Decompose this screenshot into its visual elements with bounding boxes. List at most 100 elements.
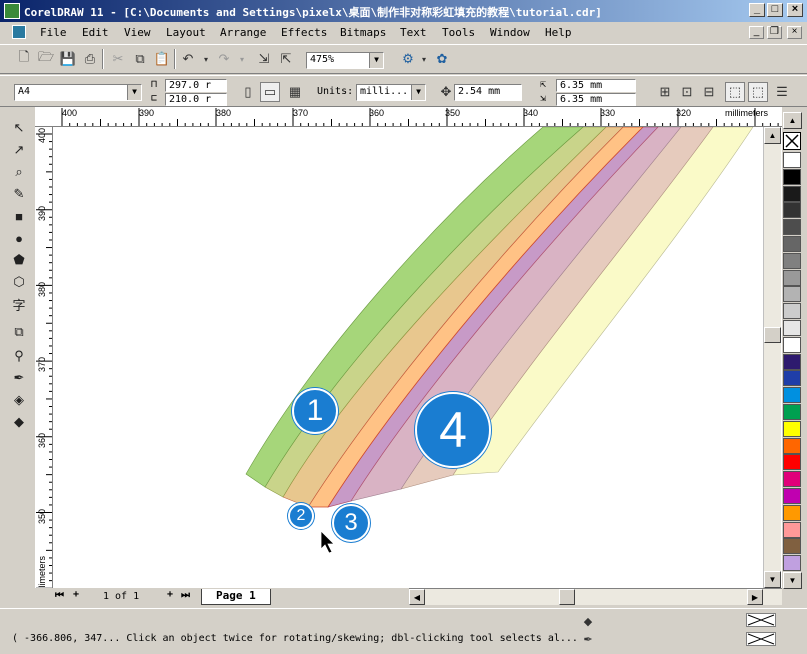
- fill-tool-icon[interactable]: ◈: [8, 389, 30, 411]
- scroll-thumb[interactable]: [764, 327, 781, 343]
- chevron-down-icon[interactable]: ▼: [411, 85, 425, 100]
- palette-down-button[interactable]: ▼: [783, 572, 802, 589]
- scroll-down-button[interactable]: ▼: [764, 571, 781, 588]
- fill-color-indicator[interactable]: [746, 613, 776, 627]
- outline-color-indicator[interactable]: [746, 632, 776, 646]
- palette-swatch[interactable]: [783, 320, 801, 336]
- vertical-scrollbar[interactable]: ▲ ▼: [763, 127, 781, 590]
- menu-edit[interactable]: Edit: [82, 26, 109, 39]
- menu-tools[interactable]: Tools: [442, 26, 475, 39]
- save-icon[interactable]: 💾: [58, 49, 78, 69]
- eyedropper-tool-icon[interactable]: ⚲: [8, 345, 30, 367]
- palette-swatch[interactable]: [783, 168, 801, 185]
- page-height-field[interactable]: 210.0 r: [165, 93, 227, 106]
- palette-swatch[interactable]: [783, 471, 801, 488]
- menu-window[interactable]: Window: [490, 26, 530, 39]
- doc-minimize-button[interactable]: _: [749, 26, 764, 39]
- pick-tool-icon[interactable]: ↖: [8, 117, 30, 139]
- outline-tool-icon[interactable]: ✒: [8, 367, 30, 389]
- menu-bitmaps[interactable]: Bitmaps: [340, 26, 386, 39]
- snap-guidelines-icon[interactable]: ⊡: [677, 82, 697, 102]
- cut-icon[interactable]: ✂: [108, 49, 128, 69]
- ellipse-tool-icon[interactable]: ●: [8, 227, 30, 249]
- doc-restore-button[interactable]: ❐: [767, 26, 782, 39]
- menu-text[interactable]: Text: [400, 26, 427, 39]
- menu-file[interactable]: File: [40, 26, 67, 39]
- treat-as-filled-icon[interactable]: ⬚: [725, 82, 745, 102]
- import-icon[interactable]: ⇲: [254, 49, 274, 69]
- landscape-icon[interactable]: ▭: [260, 82, 280, 102]
- duplicate-y-field[interactable]: 6.35 mm: [556, 93, 636, 106]
- launcher-dropdown-icon[interactable]: ▾: [414, 49, 434, 69]
- maximize-button[interactable]: □: [767, 3, 783, 17]
- palette-swatch[interactable]: [783, 202, 801, 219]
- palette-swatch[interactable]: [783, 488, 801, 504]
- basic-shapes-icon[interactable]: ⬡: [8, 271, 30, 293]
- page-layout-icon[interactable]: ▦: [285, 82, 305, 102]
- vertical-ruler[interactable]: 400 390 380 370 360 350 millimeters: [35, 127, 53, 590]
- units-select[interactable]: milli... ▼: [356, 84, 426, 101]
- chevron-down-icon[interactable]: ▼: [369, 53, 383, 68]
- paste-icon[interactable]: 📋: [152, 49, 172, 69]
- undo-icon[interactable]: ↶: [178, 49, 198, 69]
- palette-swatch[interactable]: [783, 152, 801, 168]
- options-icon[interactable]: ☰: [772, 82, 792, 102]
- palette-swatch[interactable]: [783, 437, 801, 454]
- add-page-after-icon[interactable]: +: [167, 589, 173, 600]
- text-tool-icon[interactable]: 字: [8, 293, 30, 315]
- palette-swatch[interactable]: [783, 336, 801, 353]
- corel-online-icon[interactable]: ✿: [432, 49, 452, 69]
- last-page-icon[interactable]: ⏭: [181, 590, 190, 601]
- page-width-field[interactable]: 297.0 r: [165, 79, 227, 92]
- interactive-blend-icon[interactable]: ⧉: [8, 321, 30, 343]
- rectangle-tool-icon[interactable]: ■: [8, 205, 30, 227]
- palette-swatch[interactable]: [783, 185, 801, 202]
- tab-page-1[interactable]: Page 1: [201, 589, 271, 605]
- doc-icon[interactable]: [12, 25, 26, 39]
- horizontal-ruler[interactable]: 400 390 380 370 360 350 340 330 320 mill…: [35, 107, 782, 127]
- rainbow-drawing[interactable]: [53, 127, 782, 590]
- new-icon[interactable]: 🗋: [14, 49, 34, 69]
- snap-objects-icon[interactable]: ⊟: [699, 82, 719, 102]
- scroll-up-button[interactable]: ▲: [764, 127, 781, 144]
- no-color-swatch[interactable]: [783, 132, 801, 150]
- palette-swatch[interactable]: [783, 404, 801, 420]
- menu-arrange[interactable]: Arrange: [220, 26, 266, 39]
- palette-swatch[interactable]: [783, 538, 801, 555]
- scroll-right-button[interactable]: ▶: [747, 589, 763, 605]
- chevron-down-icon[interactable]: ▼: [127, 85, 141, 100]
- portrait-icon[interactable]: ▯: [238, 82, 258, 102]
- polygon-tool-icon[interactable]: ⬟: [8, 249, 30, 271]
- nudge-offset-field[interactable]: 2.54 mm: [454, 84, 522, 101]
- palette-swatch[interactable]: [783, 269, 801, 286]
- first-page-icon[interactable]: ⏮: [55, 590, 64, 601]
- draw-object-icon[interactable]: ⬚: [748, 82, 768, 102]
- scroll-left-button[interactable]: ◀: [409, 589, 425, 605]
- palette-swatch[interactable]: [783, 420, 801, 437]
- export-icon[interactable]: ⇱: [276, 49, 296, 69]
- drawing-canvas[interactable]: 1 2 3 4: [53, 127, 782, 590]
- open-icon[interactable]: 🗁: [36, 49, 56, 69]
- menu-view[interactable]: View: [124, 26, 151, 39]
- copy-icon[interactable]: ⧉: [130, 49, 150, 69]
- palette-swatch[interactable]: [783, 236, 801, 252]
- zoom-select[interactable]: 475% ▼: [306, 52, 384, 69]
- palette-swatch[interactable]: [783, 454, 801, 471]
- title-bar[interactable]: CorelDRAW 11 - [C:\Documents and Setting…: [0, 0, 807, 22]
- duplicate-x-field[interactable]: 6.35 mm: [556, 79, 636, 92]
- shape-tool-icon[interactable]: ↗: [8, 139, 30, 161]
- zoom-tool-icon[interactable]: ⌕: [8, 161, 30, 183]
- menu-help[interactable]: Help: [545, 26, 572, 39]
- hscroll-thumb[interactable]: [559, 589, 575, 605]
- menu-layout[interactable]: Layout: [166, 26, 206, 39]
- redo-dropdown-icon[interactable]: ▾: [232, 49, 252, 69]
- palette-swatch[interactable]: [783, 303, 801, 320]
- palette-up-button[interactable]: ▲: [783, 112, 802, 129]
- palette-swatch[interactable]: [783, 286, 801, 303]
- palette-swatch[interactable]: [783, 353, 801, 370]
- palette-swatch[interactable]: [783, 252, 801, 269]
- add-page-before-icon[interactable]: +: [73, 589, 79, 600]
- palette-swatch[interactable]: [783, 521, 801, 538]
- paper-type-select[interactable]: A4 ▼: [14, 84, 142, 101]
- palette-swatch[interactable]: [783, 370, 801, 387]
